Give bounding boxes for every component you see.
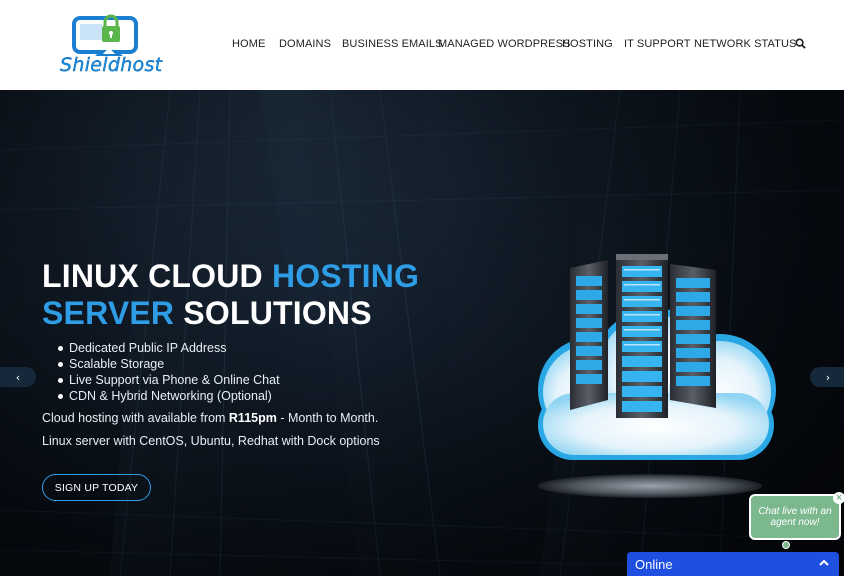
os-options-text: Linux server with CentOS, Ubuntu, Redhat… (42, 434, 380, 448)
headline-part-4: SOLUTIONS (174, 295, 372, 331)
feature-item: Dedicated Public IP Address (58, 340, 280, 356)
headline-part-1: LINUX CLOUD (42, 258, 272, 294)
sign-up-button[interactable]: SIGN UP TODAY (42, 474, 151, 501)
nav-business-emails[interactable]: BUSINESS EMAILS (342, 38, 443, 50)
chevron-up-icon (819, 559, 829, 566)
main-nav: HOME DOMAINS BUSINESS EMAILS MANAGED WOR… (0, 38, 844, 52)
feature-item: Live Support via Phone & Online Chat (58, 372, 280, 388)
nav-hosting[interactable]: HOSTING (562, 38, 613, 50)
hero-headline: LINUX CLOUD HOSTING SERVER SOLUTIONS (42, 258, 419, 332)
search-icon[interactable] (795, 38, 806, 49)
hero-slider: LINUX CLOUD HOSTING SERVER SOLUTIONS Ded… (0, 90, 844, 576)
headline-accent-server: SERVER (42, 295, 175, 331)
nav-home[interactable]: HOME (232, 38, 265, 50)
feature-item: CDN & Hybrid Networking (Optional) (58, 388, 280, 404)
live-chat-bar[interactable]: Online (627, 552, 839, 576)
logo-wordmark: Shieldhost (60, 54, 163, 76)
site-header: Shieldhost HOME DOMAINS BUSINESS EMAILS … (0, 0, 844, 90)
chat-status-label: Online (635, 557, 673, 572)
pricing-text: Cloud hosting with available from R115pm… (42, 411, 378, 425)
chat-bubble-tail (782, 541, 790, 549)
nav-domains[interactable]: DOMAINS (279, 38, 331, 50)
pricing-prefix: Cloud hosting with available from (42, 411, 229, 425)
nav-managed-wordpress[interactable]: MANAGED WORDPRESS (438, 38, 571, 50)
feature-list: Dedicated Public IP Address Scalable Sto… (58, 340, 280, 404)
feature-item: Scalable Storage (58, 356, 280, 372)
pricing-suffix: - Month to Month. (276, 411, 379, 425)
chat-prompt-bubble[interactable]: Chat live with an agent now! (749, 494, 841, 540)
nav-network-status[interactable]: NETWORK STATUS (694, 38, 796, 50)
headline-accent-hosting: HOSTING (271, 258, 420, 294)
slider-prev-button[interactable]: ‹ (0, 367, 36, 387)
chevron-right-icon: › (825, 370, 831, 384)
price-value: R115pm (228, 411, 277, 425)
close-icon[interactable]: × (833, 492, 844, 504)
chevron-left-icon: ‹ (15, 370, 21, 384)
nav-it-support[interactable]: IT SUPPORT (624, 38, 691, 50)
cloud-server-illustration (538, 254, 776, 498)
slider-next-button[interactable]: › (810, 367, 844, 387)
